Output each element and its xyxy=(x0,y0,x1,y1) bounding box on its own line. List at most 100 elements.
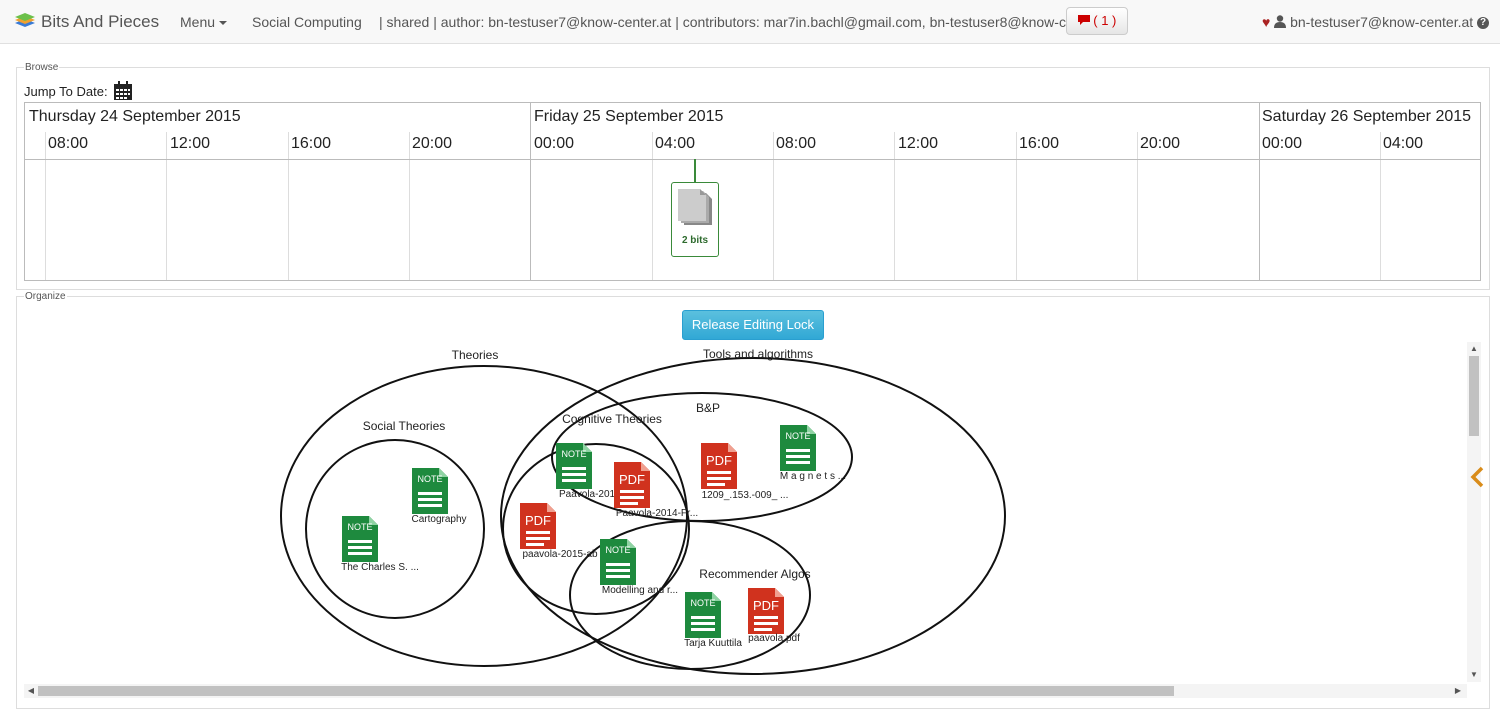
hour-label: 08:00 xyxy=(776,135,817,152)
day-label: Saturday 26 September 2015 xyxy=(1262,108,1472,125)
note-item[interactable]: NOTE Tarja Kuuttila xyxy=(684,592,742,649)
hour-label: 08:00 xyxy=(48,135,89,152)
hour-divider xyxy=(1380,132,1381,280)
scroll-left-icon[interactable]: ◀ xyxy=(26,686,36,696)
logo-icon xyxy=(14,1,36,45)
circle-label-social: Social Theories xyxy=(363,419,446,433)
pdf-item[interactable]: PDF Paavola-2014-Fr... xyxy=(614,462,698,519)
scroll-right-icon[interactable]: ▶ xyxy=(1453,686,1463,696)
hour-label: 20:00 xyxy=(1140,135,1181,152)
heart-icon[interactable]: ♥ xyxy=(1262,14,1270,30)
circle-label-theories: Theories xyxy=(452,348,499,362)
notifications-count: ( 1 ) xyxy=(1093,13,1117,28)
notifications-button[interactable]: ( 1 ) xyxy=(1066,7,1128,35)
day-label: Thursday 24 September 2015 xyxy=(29,108,241,125)
horizontal-scrollbar[interactable]: ◀ ▶ xyxy=(24,684,1467,698)
hour-label: 00:00 xyxy=(534,135,575,152)
note-item[interactable]: NOTE Modelling and r... xyxy=(600,539,678,596)
brand[interactable]: Bits And Pieces xyxy=(14,0,159,44)
hour-label: 12:00 xyxy=(898,135,939,152)
hour-divider xyxy=(773,132,774,280)
help-icon[interactable]: ? xyxy=(1477,17,1490,30)
comment-icon xyxy=(1077,13,1094,28)
item-label: Tarja Kuuttila xyxy=(684,638,742,649)
caret-down-icon xyxy=(219,21,228,26)
note-icon-text: NOTE xyxy=(417,474,442,484)
pdf-icon-text: PDF xyxy=(706,453,732,468)
brand-label: Bits And Pieces xyxy=(41,12,160,31)
pdf-item[interactable]: PDF 1209_.153.-009_ ... xyxy=(701,443,788,501)
horizontal-scroll-thumb[interactable] xyxy=(38,686,1174,696)
note-icon-text: NOTE xyxy=(347,522,372,532)
circle-label-cognitive: Cognitive Theories xyxy=(562,412,662,426)
calendar-icon[interactable] xyxy=(113,81,133,104)
note-icon-text: NOTE xyxy=(605,545,630,555)
circle-label-tools: Tools and algorithms xyxy=(703,347,813,361)
user-icon xyxy=(1274,14,1290,30)
item-label: The Charles S. ... xyxy=(341,562,419,573)
pdf-icon-text: PDF xyxy=(619,472,645,487)
hour-label: 20:00 xyxy=(412,135,453,152)
hour-divider xyxy=(166,132,167,280)
note-icon-text: NOTE xyxy=(690,598,715,608)
organize-legend: Organize xyxy=(25,291,66,302)
hour-divider xyxy=(45,132,46,280)
day-divider xyxy=(530,103,531,280)
hour-label: 16:00 xyxy=(291,135,332,152)
release-editing-lock-button[interactable]: Release Editing Lock xyxy=(682,310,824,340)
pdf-item[interactable]: PDF paavola.pdf xyxy=(748,588,800,644)
circle-social[interactable] xyxy=(305,439,485,619)
note-item[interactable]: NOTE Cartography xyxy=(411,468,467,525)
pdf-icon-text: PDF xyxy=(753,598,779,613)
episode-info: | shared | author: bn-testuser7@know-cen… xyxy=(379,14,1113,30)
circle-label-bp: B&P xyxy=(696,401,720,415)
item-label: Modelling and r... xyxy=(602,585,678,596)
pdf-icon-text: PDF xyxy=(525,513,551,528)
timeline-axis xyxy=(25,159,1480,160)
note-icon-text: NOTE xyxy=(785,431,810,441)
scroll-up-icon[interactable]: ▲ xyxy=(1469,344,1479,354)
user-menu[interactable]: ♥ bn-testuser7@know-center.at ? xyxy=(1262,0,1490,44)
hour-label: 16:00 xyxy=(1019,135,1060,152)
top-navbar: Bits And Pieces Menu Social Computing | … xyxy=(0,0,1500,44)
item-label: M a g n e t s ... xyxy=(780,471,846,482)
hour-divider xyxy=(288,132,289,280)
note-item[interactable]: NOTE M a g n e t s ... xyxy=(780,425,846,482)
browse-legend: Browse xyxy=(25,62,59,73)
day-label: Friday 25 September 2015 xyxy=(534,108,724,125)
bit-stem xyxy=(694,159,696,183)
item-label: Cartography xyxy=(411,514,466,525)
note-item[interactable]: NOTE The Charles S. ... xyxy=(341,516,419,573)
jump-label: Jump To Date: xyxy=(24,83,108,99)
bits-cluster[interactable]: 2 bits xyxy=(671,182,719,257)
hour-label: 04:00 xyxy=(1383,135,1424,152)
hour-divider xyxy=(409,132,410,280)
user-email: bn-testuser7@know-center.at xyxy=(1290,14,1474,30)
timeline[interactable]: Thursday 24 September 2015 Friday 25 Sep… xyxy=(24,102,1481,281)
item-label: paavola.pdf xyxy=(748,633,800,644)
jump-to-date: Jump To Date: xyxy=(24,81,133,104)
hour-divider xyxy=(652,132,653,280)
vertical-scrollbar[interactable]: ▲ ▼ xyxy=(1467,342,1481,682)
day-divider xyxy=(1259,103,1260,280)
hour-divider xyxy=(1137,132,1138,280)
menu-dropdown[interactable]: Menu xyxy=(180,0,228,44)
scroll-down-icon[interactable]: ▼ xyxy=(1469,670,1479,680)
item-label: 1209_.153.-009_ ... xyxy=(702,490,789,501)
chevron-left-icon[interactable] xyxy=(1470,466,1484,493)
hour-divider xyxy=(1016,132,1017,280)
vertical-scroll-thumb[interactable] xyxy=(1469,356,1479,436)
circle-label-recommender: Recommender Algos xyxy=(699,567,810,581)
hour-label: 12:00 xyxy=(170,135,211,152)
pdf-item[interactable]: PDF paavola-2015-ab xyxy=(520,503,598,560)
bit-count: 2 bits xyxy=(681,235,709,246)
hour-label: 04:00 xyxy=(655,135,696,152)
organize-canvas[interactable]: Theories Tools and algorithms Social The… xyxy=(16,342,1467,684)
menu-label: Menu xyxy=(180,14,216,30)
item-label: paavola-2015-ab xyxy=(522,549,597,560)
episode-label[interactable]: Social Computing xyxy=(252,0,362,44)
note-icon-text: NOTE xyxy=(561,449,586,459)
item-label: Paavola-2014-Fr... xyxy=(616,508,698,519)
hour-divider xyxy=(894,132,895,280)
hour-label: 00:00 xyxy=(1262,135,1303,152)
